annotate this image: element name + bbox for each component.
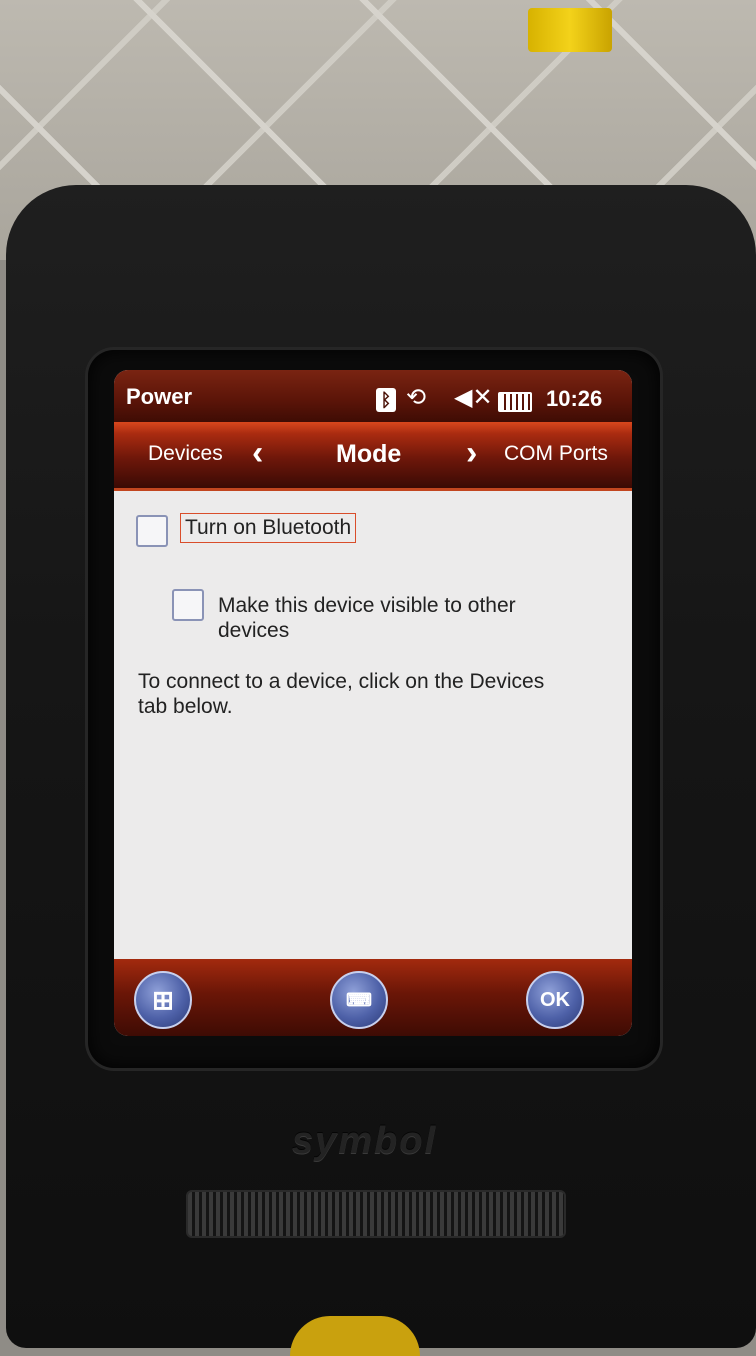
keyboard-button[interactable]: ⌨ [330, 971, 388, 1029]
softkey-bar: ⊞ ⌨ OK [114, 959, 632, 1036]
title-bar: Power ᛒ ⟲ ◀✕ 10:26 [114, 370, 632, 422]
app-title: Power [126, 384, 193, 409]
ok-button[interactable]: OK [526, 971, 584, 1029]
tab-bar: Devices ‹ Mode › COM Ports [114, 422, 632, 491]
brand-logo: symbol [292, 1120, 438, 1162]
background-post [528, 8, 612, 52]
tab-mode[interactable]: Mode [336, 440, 401, 469]
sync-icon[interactable]: ⟲ [406, 383, 426, 412]
scan-trigger [290, 1316, 420, 1356]
speaker-grille [186, 1190, 566, 1238]
clock[interactable]: 10:26 [546, 386, 602, 412]
tab-devices[interactable]: Devices [148, 442, 223, 466]
windows-start-icon: ⊞ [152, 985, 174, 1015]
instruction-text: To connect to a device, click on the Dev… [138, 670, 545, 718]
battery-icon[interactable] [498, 392, 532, 412]
bluetooth-checkbox-label[interactable]: Turn on Bluetooth [180, 513, 357, 543]
keyboard-icon: ⌨ [346, 990, 372, 1010]
windows-start-button[interactable]: ⊞ [134, 971, 192, 1029]
visible-checkbox[interactable] [172, 589, 204, 621]
chevron-left-icon[interactable]: ‹ [252, 434, 263, 473]
tab-com-ports[interactable]: COM Ports [504, 442, 608, 466]
visible-checkbox-label[interactable]: Make this device visible to other device… [218, 593, 548, 643]
bluetooth-icon[interactable]: ᛒ [376, 388, 396, 412]
mode-panel: Turn on Bluetooth Make this device visib… [114, 491, 632, 959]
device-screen: Power ᛒ ⟲ ◀✕ 10:26 Devices ‹ Mode › COM … [114, 370, 632, 1036]
speaker-muted-icon[interactable]: ◀✕ [454, 383, 493, 412]
bluetooth-checkbox[interactable] [136, 515, 168, 547]
chevron-right-icon[interactable]: › [466, 434, 477, 473]
